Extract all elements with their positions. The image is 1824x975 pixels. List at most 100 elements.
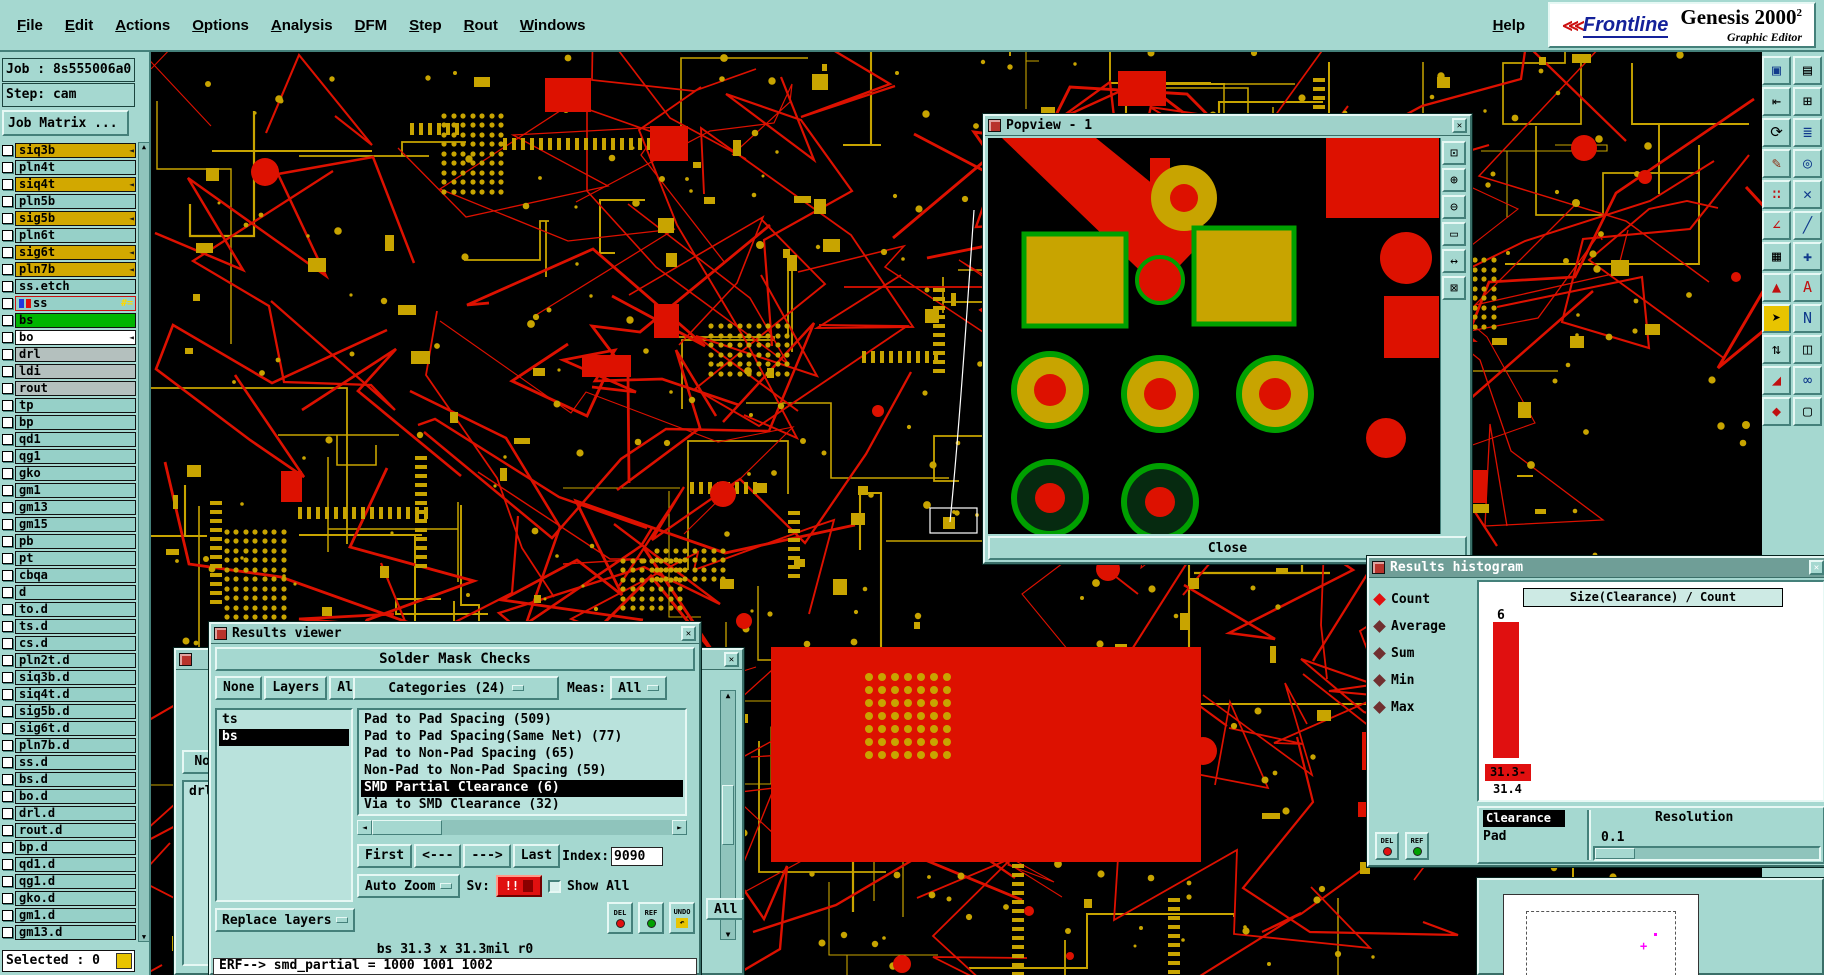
slider-thumb[interactable]: [1595, 848, 1635, 859]
layer-row[interactable]: ss.etch: [2, 278, 136, 295]
layer-visibility-checkbox[interactable]: [2, 400, 13, 411]
preview-area[interactable]: +: [1503, 894, 1699, 975]
histogram-titlebar[interactable]: Results histogram ✕: [1369, 558, 1824, 578]
background-all-button[interactable]: All: [706, 898, 744, 920]
link-icon[interactable]: ∞: [1793, 366, 1822, 395]
layer-row[interactable]: drl.d: [2, 805, 136, 822]
popview-close-icon[interactable]: ✕: [1452, 118, 1467, 133]
layer-visibility-checkbox[interactable]: [2, 757, 13, 768]
layer-name-chip[interactable]: bs.d: [15, 772, 136, 787]
swap-icon[interactable]: ⇅: [1762, 335, 1791, 364]
layer-row[interactable]: gm1.d: [2, 907, 136, 924]
reference-button[interactable]: REF: [638, 902, 664, 934]
stat-sum[interactable]: Sum: [1373, 640, 1475, 667]
layer-row[interactable]: d: [2, 584, 136, 601]
layer-row[interactable]: gm13: [2, 499, 136, 516]
stat-min[interactable]: Min: [1373, 667, 1475, 694]
layer-visibility-checkbox[interactable]: [2, 587, 13, 598]
target-icon[interactable]: ◎: [1793, 149, 1822, 178]
results-viewer-titlebar[interactable]: Results viewer ✕: [211, 624, 699, 644]
layer-row[interactable]: pln4t: [2, 159, 136, 176]
cursor-icon[interactable]: ➤: [1762, 304, 1791, 333]
layer-name-chip[interactable]: qg1: [15, 449, 136, 464]
layer-row[interactable]: sig5b.d: [2, 703, 136, 720]
layer-visibility-checkbox[interactable]: [2, 740, 13, 751]
layer-visibility-checkbox[interactable]: [2, 434, 13, 445]
layer-name-chip[interactable]: sig6t ◄: [15, 245, 136, 260]
layer-visibility-checkbox[interactable]: [2, 655, 13, 666]
layer-row[interactable]: rout: [2, 380, 136, 397]
results-layer-item[interactable]: ts: [219, 712, 349, 729]
grid-icon[interactable]: ▦: [1762, 242, 1791, 271]
layer-name-chip[interactable]: sig5b.d: [15, 704, 136, 719]
stat-count[interactable]: Count: [1373, 586, 1475, 613]
results-category-item[interactable]: Pad to Pad Spacing (509): [361, 712, 683, 729]
resolution-slider[interactable]: [1593, 846, 1821, 861]
redraw-icon[interactable]: ⟳: [1762, 118, 1791, 147]
layer-name-chip[interactable]: gm1.d: [15, 908, 136, 923]
layer-row[interactable]: rout.d: [2, 822, 136, 839]
zoom-in-icon[interactable]: ⊕: [1442, 168, 1466, 192]
layer-name-chip[interactable]: d: [15, 585, 136, 600]
layer-row[interactable]: pln7b.d: [2, 737, 136, 754]
menu-item-edit[interactable]: Edit: [56, 12, 102, 39]
layer-row[interactable]: gm13.d: [2, 924, 136, 941]
layer-name-chip[interactable]: pt: [15, 551, 136, 566]
layer-name-chip[interactable]: ss.etch: [15, 279, 136, 294]
layer-row[interactable]: tp: [2, 397, 136, 414]
layer-visibility-checkbox[interactable]: [2, 689, 13, 700]
auto-zoom-dropdown[interactable]: Auto Zoom: [357, 874, 461, 898]
layer-visibility-checkbox[interactable]: [2, 383, 13, 394]
scroll-left-icon[interactable]: ◄: [357, 820, 372, 835]
layer-visibility-checkbox[interactable]: [2, 519, 13, 530]
layer-name-chip[interactable]: bs: [15, 313, 136, 328]
replace-layers-dropdown[interactable]: Replace layers: [215, 908, 355, 932]
layer-row[interactable]: gko.d: [2, 890, 136, 907]
results-layer-item[interactable]: bs: [219, 729, 349, 746]
slice-icon[interactable]: ╱: [1793, 211, 1822, 240]
scroll-down-icon[interactable]: ▼: [142, 933, 146, 941]
layer-name-chip[interactable]: pln2t.d: [15, 653, 136, 668]
window-menu-icon[interactable]: [988, 119, 1001, 132]
undo-button[interactable]: UNDO ↶: [669, 902, 695, 934]
layer-name-chip[interactable]: cs.d: [15, 636, 136, 651]
results-viewer-close-icon[interactable]: ✕: [681, 626, 696, 641]
next-button[interactable]: --->: [463, 844, 511, 868]
sv-button[interactable]: !!: [495, 875, 542, 897]
results-category-item[interactable]: SMD Partial Clearance (6): [361, 780, 683, 797]
prev-button[interactable]: <---: [414, 844, 462, 868]
menu-item-dfm[interactable]: DFM: [346, 12, 397, 39]
scroll-right-icon[interactable]: ►: [672, 820, 687, 835]
layer-visibility-checkbox[interactable]: [2, 893, 13, 904]
layer-row[interactable]: qg1: [2, 448, 136, 465]
menu-item-rout[interactable]: Rout: [455, 12, 507, 39]
layer-name-chip[interactable]: drl: [15, 347, 136, 362]
layer-visibility-checkbox[interactable]: [2, 417, 13, 428]
layer-row[interactable]: pt: [2, 550, 136, 567]
layer-row[interactable]: pln2t.d: [2, 652, 136, 669]
menu-item-windows[interactable]: Windows: [511, 12, 595, 39]
layer-name-chip[interactable]: tp: [15, 398, 136, 413]
layer-row[interactable]: gm15: [2, 516, 136, 533]
diamond-icon[interactable]: ◆: [1762, 397, 1791, 426]
layer-visibility-checkbox[interactable]: [2, 774, 13, 785]
menu-item-step[interactable]: Step: [400, 12, 451, 39]
job-matrix-button[interactable]: Job Matrix ...: [2, 110, 129, 136]
window-menu-icon[interactable]: [179, 653, 192, 666]
layer-visibility-checkbox[interactable]: [2, 179, 13, 190]
layer-visibility-checkbox[interactable]: [2, 162, 13, 173]
stat-max[interactable]: Max: [1373, 694, 1475, 721]
layer-name-chip[interactable]: pln5b: [15, 194, 136, 209]
categories-button[interactable]: Categories (24): [353, 676, 559, 700]
layer-row[interactable]: bo ◄: [2, 329, 136, 346]
layer-visibility-checkbox[interactable]: [2, 621, 13, 632]
copy-icon[interactable]: ◫: [1793, 335, 1822, 364]
layer-name-chip[interactable]: ss.d: [15, 755, 136, 770]
layer-name-chip[interactable]: gm13.d: [15, 925, 136, 940]
layer-visibility-checkbox[interactable]: [2, 570, 13, 581]
menu-item-file[interactable]: File: [8, 12, 52, 39]
histogram-close-icon[interactable]: ✕: [1809, 560, 1824, 575]
scroll-up-icon[interactable]: ▲: [726, 691, 731, 700]
menu-help[interactable]: Help: [1484, 12, 1535, 39]
layer-name-chip[interactable]: siq4t ◄: [15, 177, 136, 192]
